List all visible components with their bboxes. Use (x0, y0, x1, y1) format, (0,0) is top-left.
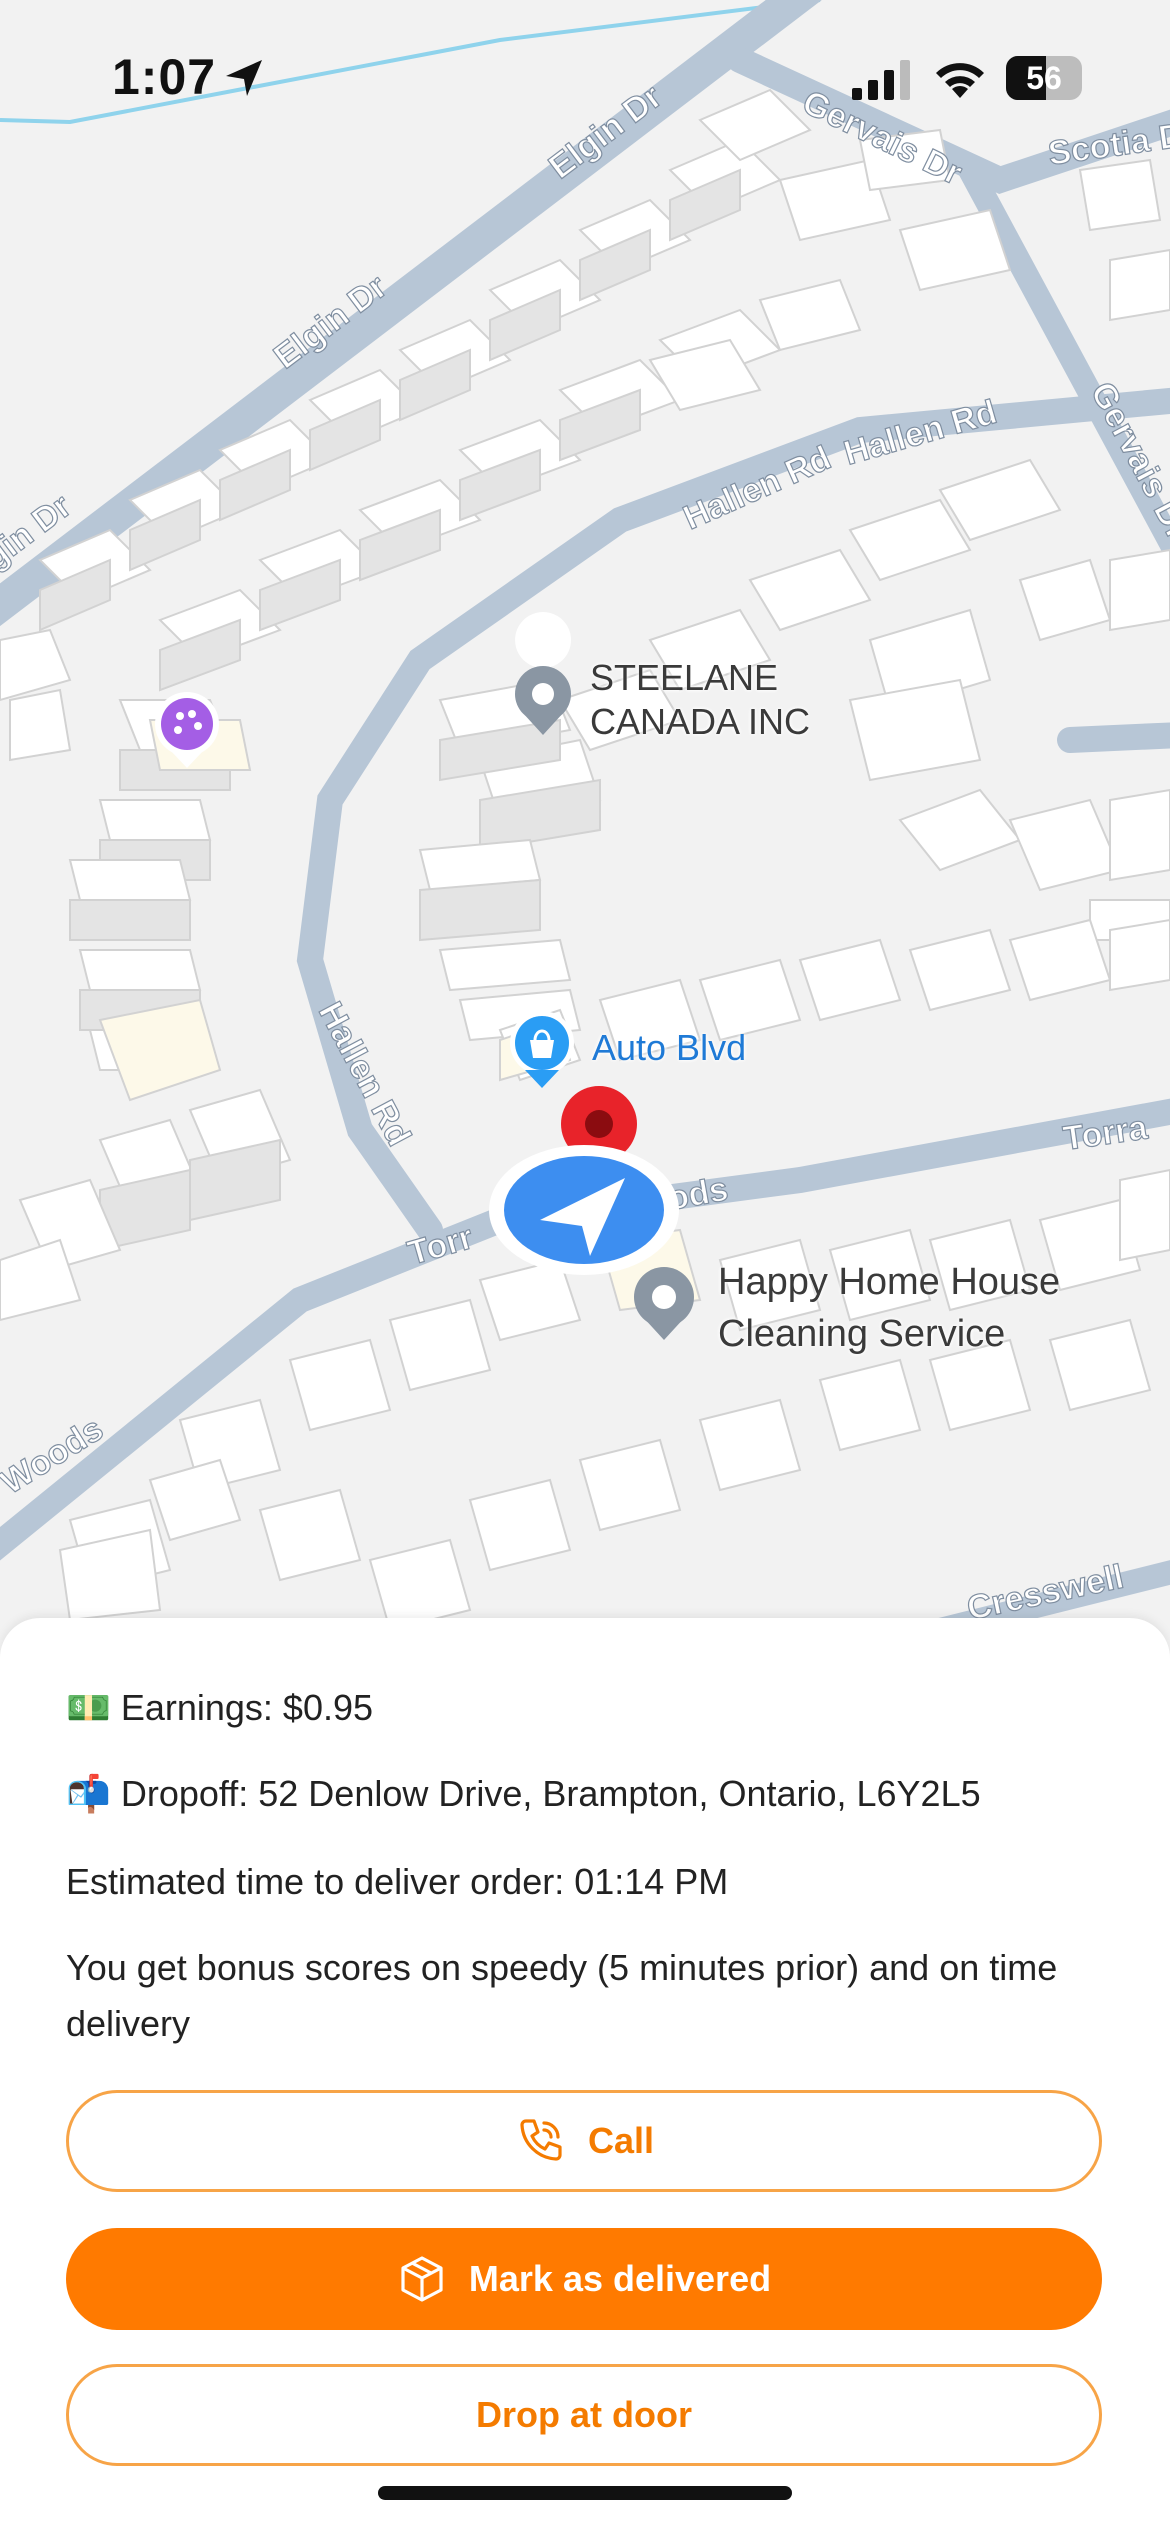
call-label: Call (587, 2120, 655, 2161)
poi-label-steelane[interactable]: STEELANE CANADA INC (590, 656, 810, 744)
earnings-row: 💵 Earnings: $0.95 (66, 1680, 373, 1736)
street-label-torrance-1: Torra (1061, 1108, 1151, 1158)
status-time: 1:07 (112, 49, 217, 105)
dropoff-row: 📬 Dropoff: 52 Denlow Drive, Brampton, On… (66, 1766, 981, 1822)
map-view[interactable]: Elgin Dr Elgin Dr gin Dr Gervais Dr Gerv… (0, 0, 1170, 1640)
dropoff-text: Dropoff: 52 Denlow Drive, Brampton, Onta… (120, 1773, 981, 1814)
mark-delivered-label: Mark as delivered (468, 2258, 772, 2299)
phone-icon (520, 2119, 562, 2161)
battery-level: 56 (1026, 60, 1062, 96)
poi-label-auto-blvd[interactable]: Auto Blvd (592, 1026, 746, 1070)
mailbox-emoji-icon: 📬 (66, 1773, 111, 1814)
package-icon (401, 2256, 443, 2302)
earnings-text: Earnings: $0.95 (120, 1687, 374, 1728)
signal-icon (852, 60, 910, 100)
street-label-hallen-2: Hallen Rd (840, 393, 1001, 473)
current-location-icon[interactable] (489, 1145, 679, 1275)
drop-at-door-button[interactable]: Drop at door (66, 2364, 1102, 2466)
battery-icon: 56 (1006, 56, 1082, 100)
eta-text: Estimated time to deliver order: 01:14 P… (66, 1861, 729, 1902)
earnings-emoji-icon: 💵 (66, 1687, 111, 1728)
poi-label-happy-home[interactable]: Happy Home House Cleaning Service (718, 1256, 1060, 1360)
order-details-sheet: 💵 Earnings: $0.95 📬 Dropoff: 52 Denlow D… (0, 1618, 1170, 2532)
mark-delivered-button[interactable]: Mark as delivered (66, 2228, 1102, 2330)
status-bar: 1:07 56 (0, 0, 1170, 140)
location-arrow-icon (226, 60, 262, 96)
call-button[interactable]: Call (66, 2090, 1102, 2192)
home-indicator[interactable] (378, 2486, 792, 2500)
poi-pin-happy-home[interactable] (634, 1267, 694, 1340)
wifi-icon (936, 63, 984, 98)
bonus-text: You get bonus scores on speedy (5 minute… (66, 1947, 1058, 2044)
drop-at-door-label: Drop at door (476, 2394, 692, 2435)
map-canvas[interactable]: Elgin Dr Elgin Dr gin Dr Gervais Dr Gerv… (0, 0, 1170, 1640)
